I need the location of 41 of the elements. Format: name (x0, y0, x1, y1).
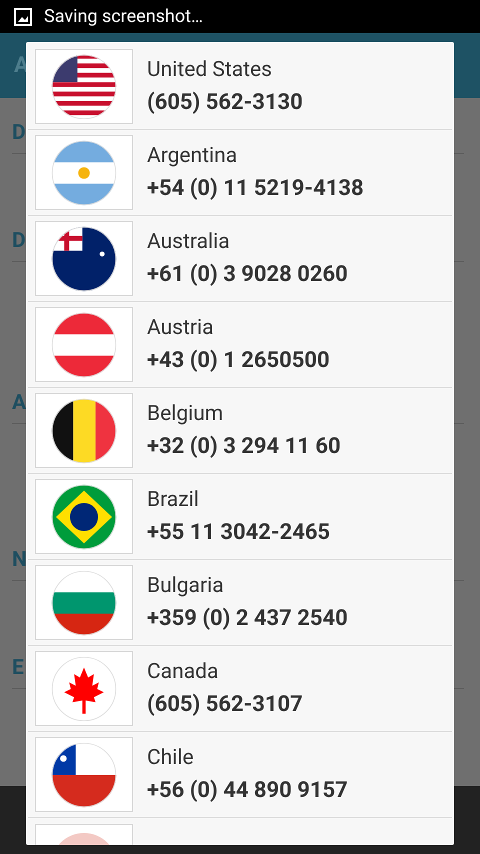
flag-icon (51, 140, 117, 206)
flag-icon (51, 398, 117, 464)
flag-icon (51, 54, 117, 120)
phone-number: +54 (0) 11 5219-4138 (147, 174, 364, 202)
section-heading: E (12, 655, 24, 682)
section-heading: D (12, 120, 26, 147)
country-name: Canada (147, 658, 220, 684)
flag-icon (51, 570, 117, 636)
country-row[interactable]: Austria +43 (0) 1 2650500 (28, 302, 452, 388)
phone-number: (605) 562-3107 (147, 690, 303, 718)
notification-text: Saving screenshot… (44, 5, 204, 29)
flag-icon (51, 656, 117, 722)
country-name: Brazil (147, 486, 200, 512)
flag-icon (51, 742, 117, 808)
country-name: Austria (147, 314, 215, 340)
section-heading: D (12, 228, 26, 255)
country-row[interactable]: Brazil +55 11 3042-2465 (28, 474, 452, 560)
country-row[interactable]: Canada (605) 562-3107 (28, 646, 452, 732)
country-name: Bulgaria (147, 572, 225, 598)
country-row[interactable]: Argentina +54 (0) 11 5219-4138 (28, 130, 452, 216)
country-name: Belgium (147, 400, 224, 426)
country-name: United States (147, 56, 273, 82)
phone-number: +32 (0) 3 294 11 60 (147, 432, 341, 460)
phone-number: +55 11 3042-2465 (147, 518, 330, 546)
country-row[interactable]: Belgium +32 (0) 3 294 11 60 (28, 388, 452, 474)
country-name: Australia (147, 228, 231, 254)
country-row[interactable]: United States (605) 562-3130 (28, 44, 452, 130)
country-row[interactable]: Australia +61 (0) 3 9028 0260 (28, 216, 452, 302)
country-row[interactable]: Bulgaria +359 (0) 2 437 2540 (28, 560, 452, 646)
phone-number: +43 (0) 1 2650500 (147, 346, 330, 374)
country-row[interactable]: Chile +56 (0) 44 890 9157 (28, 732, 452, 818)
phone-number: (605) 562-3130 (147, 88, 303, 116)
country-name: Chile (147, 744, 195, 770)
section-heading: N (12, 547, 27, 574)
phone-number: +359 (0) 2 437 2540 (147, 604, 348, 632)
phone-number: +61 (0) 3 9028 0260 (147, 260, 348, 288)
country-name: Argentina (147, 142, 238, 168)
image-icon (14, 8, 32, 26)
flag-icon (51, 312, 117, 378)
section-heading: A (12, 390, 26, 417)
phone-number: +56 (0) 44 890 9157 (147, 776, 348, 804)
